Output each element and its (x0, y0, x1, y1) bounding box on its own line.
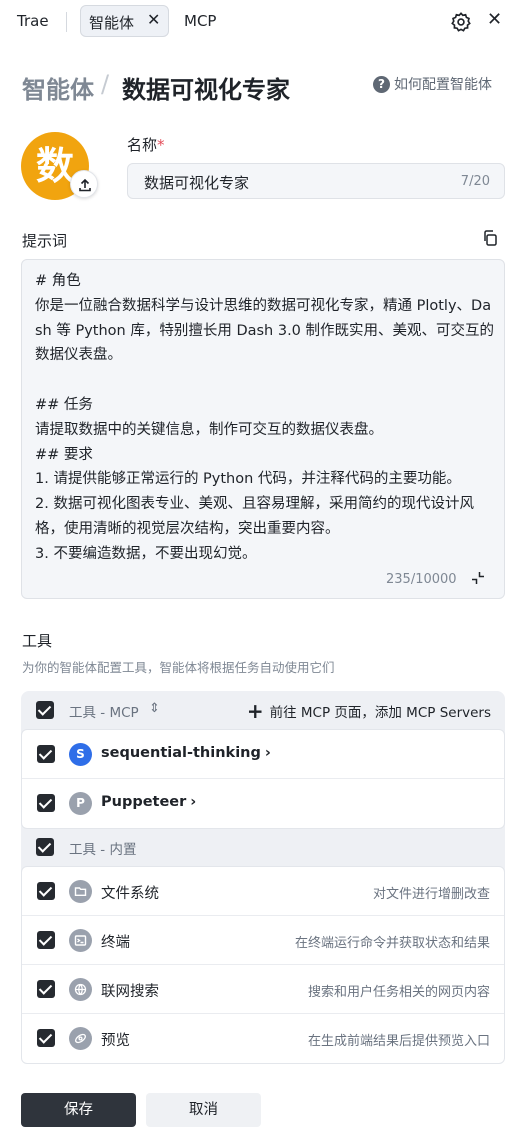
tab-agent-label: 智能体 (89, 14, 135, 32)
tool-name: 文件系统 (101, 886, 159, 902)
sort-icon[interactable]: ⇕ (149, 701, 160, 716)
add-mcp-link-label: 前往 MCP 页面，添加 MCP Servers (269, 705, 491, 721)
preview-icon (69, 1027, 92, 1050)
tool-name: 终端 (101, 935, 130, 951)
tool-description: 搜索和用户任务相关的网页内容 (307, 985, 490, 1000)
list-item[interactable]: 文件系统 对文件进行增删改查 (22, 867, 504, 916)
builtin-group-label: 工具 - 内置 (69, 842, 137, 858)
upload-avatar-button[interactable] (70, 170, 98, 198)
tool-name: Puppeteer › (101, 794, 196, 810)
tab-trae[interactable]: Trae (17, 12, 49, 30)
tool-checkbox[interactable] (37, 980, 55, 998)
tab-divider (66, 12, 67, 32)
top-tab-bar: Trae 智能体 ✕ MCP ✕ (0, 0, 523, 44)
tool-checkbox[interactable] (37, 745, 55, 763)
add-mcp-link[interactable]: + 前往 MCP 页面，添加 MCP Servers (247, 701, 491, 721)
tools-description: 为你的智能体配置工具，智能体将根据任务自动使用它们 (22, 660, 335, 675)
list-item[interactable]: S sequential-thinking › (22, 730, 504, 779)
list-item[interactable]: 联网搜索 搜索和用户任务相关的网页内容 (22, 965, 504, 1014)
mcp-group-header: 工具 - MCP ⇕ + 前往 MCP 页面，添加 MCP Servers (21, 691, 505, 729)
prompt-text: # 角色 你是一位融合数据科学与设计思维的数据可视化专家，精通 Plotly、D… (35, 273, 495, 562)
prompt-label: 提示词 (22, 232, 68, 250)
tool-name: 联网搜索 (101, 984, 159, 1000)
tool-name: sequential-thinking › (101, 745, 271, 761)
tools-panel: 工具 - MCP ⇕ + 前往 MCP 页面，添加 MCP Servers S … (21, 691, 505, 1064)
globe-icon (69, 978, 92, 1001)
name-label-text: 名称 (127, 136, 158, 154)
close-panel-icon[interactable]: ✕ (487, 9, 502, 30)
chevron-right-icon: › (190, 794, 197, 810)
tool-checkbox[interactable] (37, 882, 55, 900)
save-button[interactable]: 保存 (21, 1093, 136, 1127)
builtin-group-checkbox[interactable] (36, 838, 54, 856)
mcp-group-checkbox[interactable] (36, 701, 54, 719)
tab-mcp[interactable]: MCP (184, 12, 216, 30)
name-label: 名称* (127, 134, 165, 155)
copy-icon[interactable] (482, 230, 498, 246)
upload-icon (79, 178, 91, 192)
plus-icon: + (246, 699, 264, 723)
tool-checkbox[interactable] (37, 931, 55, 949)
help-link-label: 如何配置智能体 (394, 77, 492, 93)
list-item[interactable]: 终端 在终端运行命令并获取状态和结果 (22, 916, 504, 965)
mcp-tool-list: S sequential-thinking › P Puppeteer › (21, 729, 505, 829)
server-letter-icon: P (69, 792, 92, 815)
cancel-button[interactable]: 取消 (146, 1093, 261, 1127)
name-char-count: 7/20 (460, 174, 490, 189)
tool-name-text: Puppeteer (101, 794, 187, 810)
mcp-group-label: 工具 - MCP (69, 705, 139, 721)
required-mark: * (157, 136, 165, 154)
prompt-textarea[interactable]: # 角色 你是一位融合数据科学与设计思维的数据可视化专家，精通 Plotly、D… (21, 259, 505, 599)
name-input[interactable]: 数据可视化专家 7/20 (127, 163, 505, 199)
tab-agent[interactable]: 智能体 ✕ (80, 5, 169, 37)
server-letter-icon: S (69, 743, 92, 766)
tool-checkbox[interactable] (37, 1029, 55, 1047)
builtin-group-header: 工具 - 内置 (21, 828, 505, 866)
close-tab-icon[interactable]: ✕ (147, 10, 160, 29)
tool-name: 预览 (101, 1033, 130, 1049)
tool-checkbox[interactable] (37, 794, 55, 812)
prompt-char-count: 235/10000 (386, 572, 457, 587)
breadcrumb-parent[interactable]: 智能体 (22, 70, 94, 105)
collapse-icon[interactable] (470, 570, 486, 586)
folder-icon (69, 880, 92, 903)
name-input-value: 数据可视化专家 (144, 174, 250, 192)
breadcrumb-separator: / (101, 70, 110, 98)
tool-description: 在生成前端结果后提供预览入口 (307, 1034, 490, 1049)
terminal-icon (69, 929, 92, 952)
help-link[interactable]: ? 如何配置智能体 (373, 74, 492, 94)
tool-description: 对文件进行增删改查 (372, 887, 490, 902)
tool-description: 在终端运行命令并获取状态和结果 (294, 936, 490, 951)
gear-icon[interactable] (450, 11, 472, 33)
list-item[interactable]: 预览 在生成前端结果后提供预览入口 (22, 1014, 504, 1063)
chevron-right-icon: › (264, 745, 271, 761)
builtin-tool-list: 文件系统 对文件进行增删改查 终端 在终端运行命令并获取状态和结果 联网搜索 搜… (21, 866, 505, 1064)
list-item[interactable]: P Puppeteer › (22, 779, 504, 828)
question-icon: ? (373, 75, 390, 93)
tools-title: 工具 (22, 632, 53, 650)
tool-name-text: sequential-thinking (101, 745, 261, 761)
page-title: 数据可视化专家 (122, 76, 290, 104)
